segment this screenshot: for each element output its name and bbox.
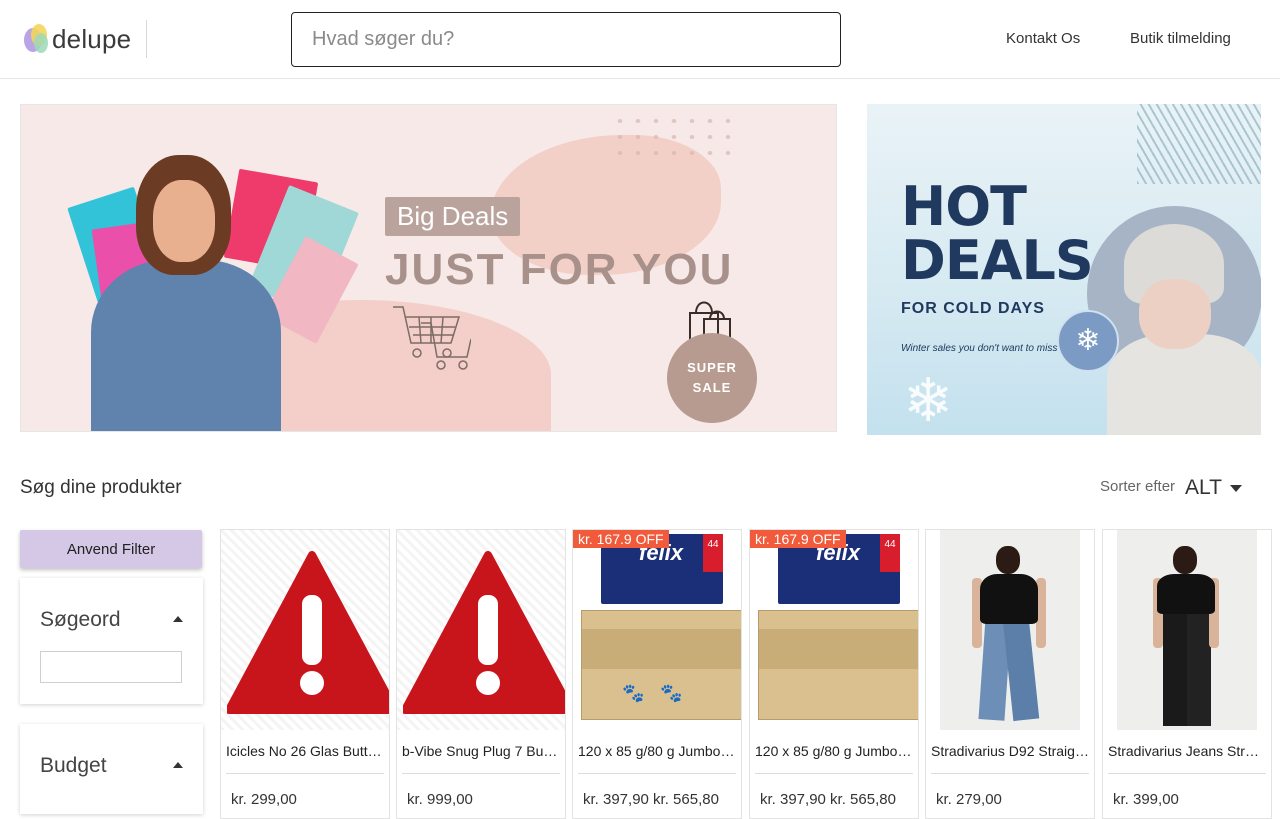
product-name: 120 x 85 g/80 g Jumbo Pack Felix: [578, 743, 736, 759]
winter-girl-face: [1139, 279, 1211, 349]
warning-icon: [403, 551, 565, 714]
keyword-filter-title: Søgeord: [40, 608, 121, 631]
product-card[interactable]: Stradivarius D92 Straight Jeans kr. 279,…: [925, 529, 1095, 819]
apply-filter-button[interactable]: Anvend Filter: [20, 530, 202, 568]
logo-mark-icon: [24, 24, 50, 54]
warning-icon: [227, 551, 389, 714]
snowflake-icon: ❄: [1057, 310, 1119, 372]
sort-label: Sorter efter: [1100, 478, 1176, 495]
divider: [1108, 773, 1266, 774]
search-input[interactable]: [292, 13, 840, 66]
pine-branch-decor: [1137, 104, 1261, 184]
super-sale-badge: SUPER SALE: [667, 333, 757, 423]
product-image: [926, 530, 1094, 730]
product-image: [221, 530, 389, 730]
sort-dropdown[interactable]: ALT: [1185, 476, 1242, 500]
product-card[interactable]: Icicles No 26 Glas Butt Plug kr. 299,00: [220, 529, 390, 819]
winter-girl-sweater: [1107, 334, 1261, 435]
snowflake-icon: ❄: [903, 367, 954, 434]
nav-contact-link[interactable]: Kontakt Os: [1006, 30, 1080, 47]
product-name: 120 x 85 g/80 g Jumbo Pack Felix: [755, 743, 913, 759]
budget-filter: Budget: [20, 724, 203, 814]
product-image: felix 44 🐾🐾: [573, 530, 741, 730]
product-card[interactable]: kr. 167.9 OFF felix 44 🐾🐾 120 x 85 g/80 g…: [572, 529, 742, 819]
discount-badge: kr. 167.9 OFF: [750, 530, 846, 548]
caret-down-icon: [1229, 484, 1242, 492]
hot-deals-banner[interactable]: ❄ HOT DEALS FOR COLD DAYS Winter sales y…: [867, 104, 1261, 435]
caret-up-icon[interactable]: [173, 762, 183, 768]
keyword-input[interactable]: [41, 652, 181, 682]
product-image: [397, 530, 565, 730]
product-card[interactable]: b-Vibe Snug Plug 7 Butt Plug kr. 999,00: [396, 529, 566, 819]
hot-deals-headline: HOT DEALS: [901, 175, 1094, 292]
hot-deals-note: Winter sales you don't want to miss: [901, 343, 1058, 354]
budget-filter-title: Budget: [40, 754, 107, 777]
header-divider: [146, 20, 147, 58]
sort-value: ALT: [1185, 476, 1222, 499]
logo[interactable]: delupe: [24, 24, 131, 54]
discount-badge: kr. 167.9 OFF: [573, 530, 669, 548]
product-image: [1103, 530, 1271, 730]
product-card[interactable]: Stradivarius Jeans Straight kr. 399,00: [1102, 529, 1272, 819]
product-name: Stradivarius Jeans Straight: [1108, 743, 1266, 759]
divider: [578, 773, 736, 774]
sale-line-1: SUPER: [687, 360, 737, 375]
keyword-input-wrap: [40, 651, 182, 683]
site-header: delupe Kontakt Os Butik tilmelding: [0, 0, 1280, 79]
product-card[interactable]: kr. 167.9 OFF felix 44 120 x 85 g/80 g Ju…: [749, 529, 919, 819]
product-name: b-Vibe Snug Plug 7 Butt Plug: [402, 743, 560, 759]
sale-line-2: SALE: [692, 380, 732, 395]
nav-shop-signup-link[interactable]: Butik tilmelding: [1130, 30, 1231, 47]
headline-line-2: DEALS: [901, 229, 1094, 292]
shopping-cart-icon: [393, 306, 471, 370]
divider: [402, 773, 560, 774]
divider: [931, 773, 1089, 774]
banner-headline: JUST FOR YOU: [385, 245, 734, 294]
product-name: Stradivarius D92 Straight Jeans: [931, 743, 1089, 759]
big-deals-banner[interactable]: Big Deals JUST FOR YOU SUPER SALE: [20, 104, 837, 432]
hot-deals-subtitle: FOR COLD DAYS: [901, 300, 1045, 317]
shopper-woman-image: [67, 155, 359, 431]
divider: [226, 773, 384, 774]
search-box: [291, 12, 841, 67]
headline-line-1: HOT: [901, 175, 1027, 238]
product-image: felix 44: [750, 530, 918, 730]
divider: [755, 773, 913, 774]
caret-up-icon[interactable]: [173, 616, 183, 622]
keyword-filter: Søgeord: [20, 578, 203, 704]
decor-dots: [611, 113, 731, 163]
products-section-title: Søg dine produkter: [20, 477, 182, 498]
logo-text: delupe: [52, 23, 132, 54]
big-deals-tag: Big Deals: [385, 197, 521, 236]
product-name: Icicles No 26 Glas Butt Plug: [226, 743, 384, 759]
